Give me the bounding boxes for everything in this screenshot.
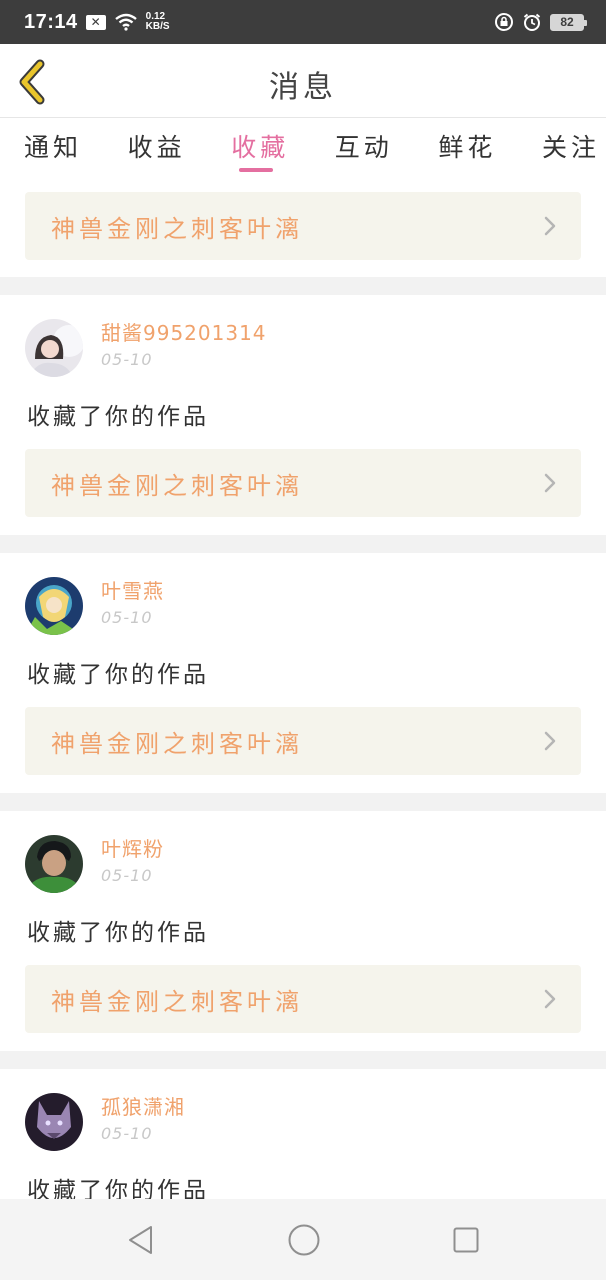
tab-favorites[interactable]: 收藏	[231, 118, 289, 176]
chevron-right-icon	[544, 989, 556, 1009]
avatar[interactable]	[25, 835, 83, 893]
work-link[interactable]: 神兽金刚之刺客叶漓	[25, 192, 581, 260]
net-speed: 0.12 KB/S	[146, 12, 170, 32]
work-link[interactable]: 神兽金刚之刺客叶漓	[25, 965, 581, 1033]
lock-rotation-icon	[495, 13, 513, 31]
battery-icon: 82	[550, 13, 587, 31]
status-time: 17:14	[24, 10, 78, 33]
chevron-right-icon	[544, 216, 556, 236]
alarm-icon	[523, 13, 541, 31]
list-item: 叶辉粉 05-10 收藏了你的作品 神兽金刚之刺客叶漓	[0, 811, 606, 1051]
tab-flowers[interactable]: 鲜花	[438, 118, 496, 176]
tab-bar: 通知 收益 收藏 互动 鲜花 关注	[0, 118, 606, 176]
username[interactable]: 甜酱995201314	[101, 319, 267, 347]
home-circle-icon[interactable]	[287, 1223, 321, 1257]
message-list: 神兽金刚之刺客叶漓 甜酱995201314 05-10 收藏了你的作品 神兽金刚…	[0, 176, 606, 1259]
active-tab-indicator	[239, 168, 274, 172]
work-link[interactable]: 神兽金刚之刺客叶漓	[25, 449, 581, 517]
recents-square-icon[interactable]	[452, 1226, 480, 1254]
date: 05-10	[101, 1124, 153, 1143]
tab-label: 互动	[334, 133, 393, 162]
username[interactable]: 孤狼潇湘	[101, 1093, 185, 1121]
status-bar: 17:14 ✕ 0.12 KB/S 82	[0, 0, 606, 44]
username[interactable]: 叶雪燕	[101, 577, 164, 605]
tab-label: 鲜花	[438, 133, 497, 162]
system-nav-bar	[0, 1199, 606, 1280]
action-text: 收藏了你的作品	[27, 404, 209, 430]
tab-interactions[interactable]: 互动	[335, 118, 393, 176]
battery-level: 82	[560, 15, 574, 29]
action-text: 收藏了你的作品	[27, 662, 209, 688]
app-header: 消息	[0, 44, 606, 118]
tab-label: 收藏	[231, 133, 290, 162]
page-title: 消息	[269, 70, 337, 105]
tab-following[interactable]: 关注	[542, 118, 600, 176]
date: 05-10	[101, 350, 153, 369]
chevron-right-icon	[544, 473, 556, 493]
chevron-right-icon	[544, 731, 556, 751]
avatar[interactable]	[25, 1093, 83, 1151]
avatar[interactable]	[25, 319, 83, 377]
back-triangle-icon[interactable]	[126, 1224, 156, 1256]
work-link[interactable]: 神兽金刚之刺客叶漓	[25, 707, 581, 775]
tab-label: 通知	[24, 133, 83, 162]
tab-notifications[interactable]: 通知	[24, 118, 82, 176]
tab-label: 关注	[541, 133, 600, 162]
avatar[interactable]	[25, 577, 83, 635]
tab-label: 收益	[127, 133, 186, 162]
username[interactable]: 叶辉粉	[101, 835, 164, 863]
work-title: 神兽金刚之刺客叶漓	[51, 471, 303, 500]
list-item: 叶雪燕 05-10 收藏了你的作品 神兽金刚之刺客叶漓	[0, 553, 606, 793]
work-title: 神兽金刚之刺客叶漓	[51, 987, 303, 1016]
date: 05-10	[101, 866, 153, 885]
close-box-icon: ✕	[85, 14, 106, 30]
work-title: 神兽金刚之刺客叶漓	[51, 214, 303, 243]
net-speed-unit: KB/S	[145, 21, 170, 32]
tab-earnings[interactable]: 收益	[128, 118, 186, 176]
list-item: 神兽金刚之刺客叶漓	[0, 176, 606, 277]
wifi-icon	[114, 13, 137, 31]
date: 05-10	[101, 608, 153, 627]
list-item: 甜酱995201314 05-10 收藏了你的作品 神兽金刚之刺客叶漓	[0, 295, 606, 535]
work-title: 神兽金刚之刺客叶漓	[51, 729, 303, 758]
action-text: 收藏了你的作品	[27, 920, 209, 946]
